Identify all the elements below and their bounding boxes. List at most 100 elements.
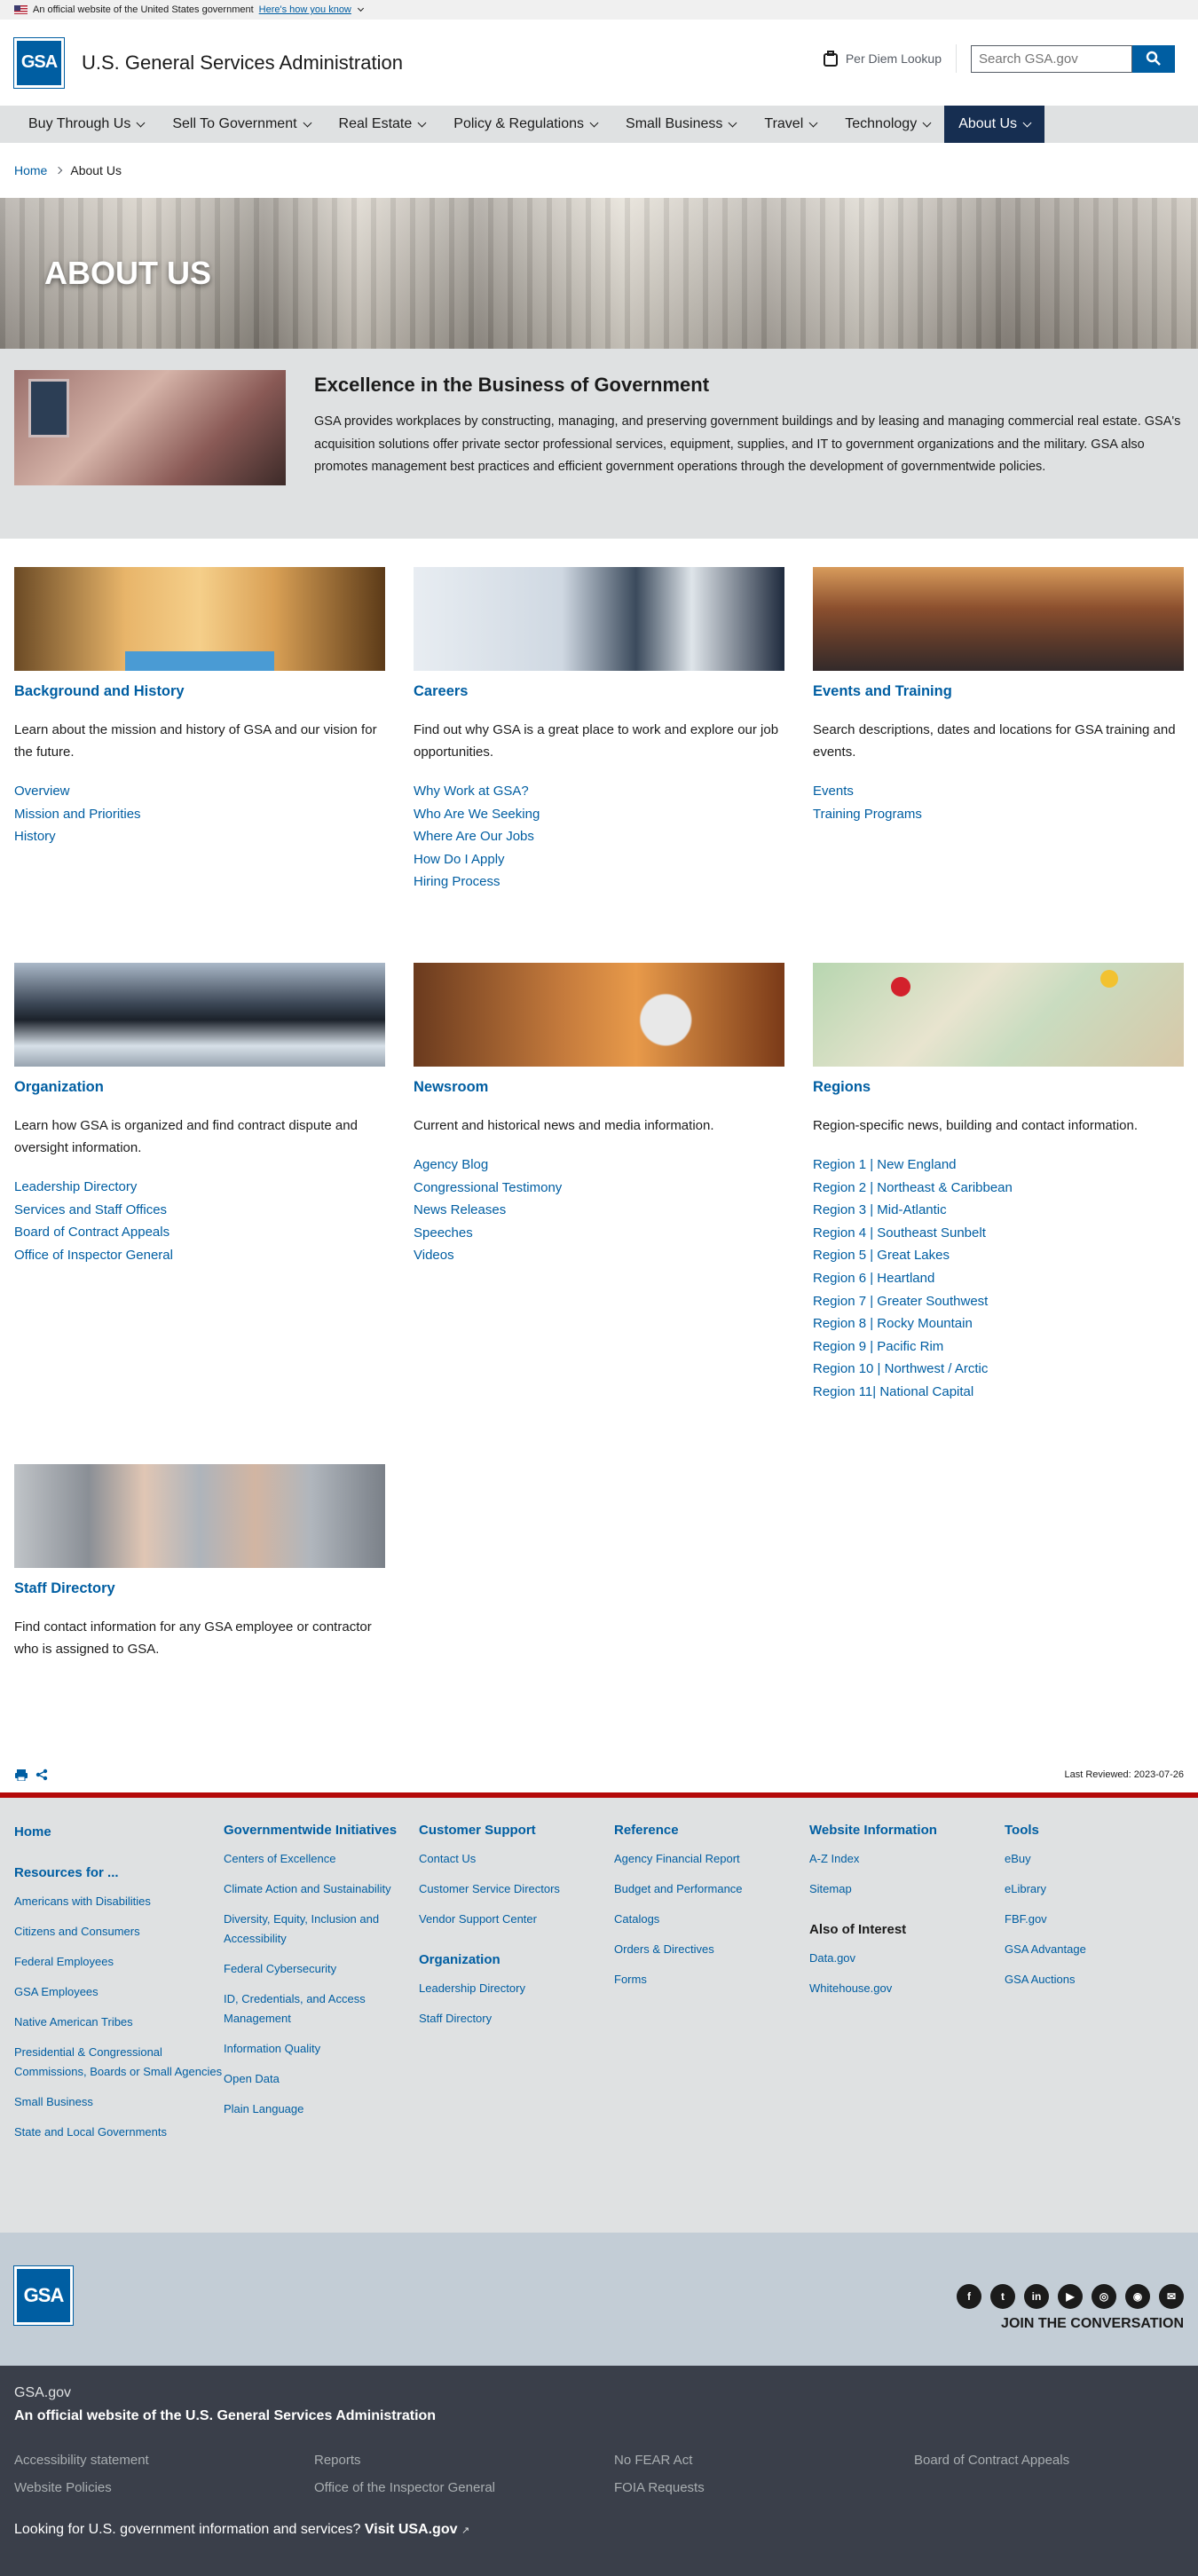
nav-buy-through-us[interactable]: Buy Through Us [14, 106, 158, 143]
footer-ref-title[interactable]: Reference [614, 1823, 809, 1838]
footer-home[interactable]: Home [14, 1823, 224, 1842]
per-diem-link[interactable]: Per Diem Lookup [823, 44, 957, 73]
footer-link[interactable]: GSA Employees [14, 1982, 224, 2002]
footer-link[interactable]: Diversity, Equity, Inclusion and Accessi… [224, 1910, 419, 1949]
card-link[interactable]: Region 3 | Mid-Atlantic [813, 1202, 947, 1217]
card-link[interactable]: Region 8 | Rocky Mountain [813, 1316, 973, 1331]
footer-tools-title[interactable]: Tools [1005, 1823, 1182, 1838]
chevron-down-icon[interactable] [357, 4, 364, 12]
card-title-link[interactable]: Organization [14, 1079, 104, 1095]
card-link[interactable]: Overview [14, 784, 70, 799]
footer-link[interactable]: Native American Tribes [14, 2013, 224, 2032]
footer-link[interactable]: Information Quality [224, 2039, 419, 2059]
card-title-link[interactable]: Staff Directory [14, 1580, 115, 1596]
footer-link[interactable]: GSA Advantage [1005, 1940, 1182, 1959]
footer-link[interactable]: Presidential & Congressional Commissions… [14, 2043, 224, 2082]
card-link[interactable]: Services and Staff Offices [14, 1202, 167, 1217]
linkedin-icon[interactable]: in [1024, 2283, 1049, 2309]
footer-link[interactable]: Whitehouse.gov [809, 1979, 1005, 1998]
footer-link[interactable]: Centers of Excellence [224, 1849, 419, 1869]
card-link[interactable]: Region 2 | Northeast & Caribbean [813, 1180, 1013, 1195]
search-button[interactable] [1132, 44, 1175, 73]
card-link[interactable]: Region 4 | Southeast Sunbelt [813, 1225, 986, 1241]
footer-link[interactable]: Small Business [14, 2092, 224, 2112]
footer-link[interactable]: Contact Us [419, 1849, 614, 1869]
card-link[interactable]: Who Are We Seeking [414, 807, 540, 822]
card-link[interactable]: Leadership Directory [14, 1179, 137, 1194]
nav-policy-regulations[interactable]: Policy & Regulations [439, 106, 611, 143]
nav-about-us[interactable]: About Us [944, 106, 1045, 143]
nav-small-business[interactable]: Small Business [611, 106, 750, 143]
footer-wi-title[interactable]: Website Information [809, 1823, 1005, 1838]
footer-link[interactable]: Budget and Performance [614, 1879, 809, 1899]
card-link[interactable]: News Releases [414, 1202, 506, 1217]
identifier-link[interactable]: FOIA Requests [614, 2480, 914, 2495]
footer-link[interactable]: GSA Auctions [1005, 1970, 1182, 1989]
footer-link[interactable]: Americans with Disabilities [14, 1892, 224, 1911]
footer-link[interactable]: Leadership Directory [419, 1979, 614, 1998]
footer-link[interactable]: eLibrary [1005, 1879, 1182, 1899]
footer-link[interactable]: Data.gov [809, 1949, 1005, 1968]
footer-link[interactable]: Orders & Directives [614, 1940, 809, 1959]
nav-sell-to-government[interactable]: Sell To Government [158, 106, 324, 143]
identifier-link[interactable]: Office of the Inspector General [314, 2480, 614, 2495]
footer-link[interactable]: ID, Credentials, and Access Management [224, 1989, 419, 2029]
footer-link[interactable]: Plain Language [224, 2099, 419, 2119]
card-link[interactable]: Speeches [414, 1225, 473, 1241]
footer-link[interactable]: eBuy [1005, 1849, 1182, 1869]
breadcrumb-home[interactable]: Home [14, 163, 47, 177]
card-link[interactable]: Region 6 | Heartland [813, 1271, 934, 1286]
footer-gw-title[interactable]: Governmentwide Initiatives [224, 1823, 419, 1838]
card-title-link[interactable]: Newsroom [414, 1079, 488, 1095]
footer-link[interactable]: Catalogs [614, 1910, 809, 1929]
card-link[interactable]: Congressional Testimony [414, 1180, 562, 1195]
print-icon[interactable] [14, 1769, 28, 1781]
card-link[interactable]: Why Work at GSA? [414, 784, 529, 799]
facebook-icon[interactable]: f [957, 2283, 981, 2309]
nav-technology[interactable]: Technology [831, 106, 944, 143]
card-link[interactable]: Region 11| National Capital [813, 1384, 973, 1399]
card-title-link[interactable]: Careers [414, 683, 468, 699]
rss-icon[interactable]: ◉ [1125, 2283, 1150, 2309]
usa-gov-link[interactable]: Visit USA.gov [365, 2522, 458, 2537]
footer-link[interactable]: Climate Action and Sustainability [224, 1879, 419, 1899]
card-link[interactable]: History [14, 829, 56, 844]
footer-link[interactable]: FBF.gov [1005, 1910, 1182, 1929]
gsa-logo[interactable]: GSA [14, 37, 64, 88]
identifier-link[interactable]: Accessibility statement [14, 2453, 314, 2468]
card-link[interactable]: Mission and Priorities [14, 807, 141, 822]
footer-link[interactable]: Federal Cybersecurity [224, 1959, 419, 1979]
heres-how-link[interactable]: Here's how you know [259, 4, 351, 15]
card-link[interactable]: Events [813, 784, 854, 799]
youtube-icon[interactable]: ▶ [1058, 2283, 1083, 2309]
card-link[interactable]: Hiring Process [414, 874, 500, 889]
card-link[interactable]: Board of Contract Appeals [14, 1225, 169, 1240]
card-title-link[interactable]: Background and History [14, 683, 185, 699]
card-link[interactable]: Office of Inspector General [14, 1248, 173, 1263]
footer-link[interactable]: A-Z Index [809, 1849, 1005, 1869]
email-icon[interactable]: ✉ [1159, 2283, 1184, 2309]
footer-org-title[interactable]: Organization [419, 1952, 614, 1967]
footer-link[interactable]: Customer Service Directors [419, 1879, 614, 1899]
footer-cs-title[interactable]: Customer Support [419, 1823, 614, 1838]
card-link[interactable]: Region 9 | Pacific Rim [813, 1339, 943, 1354]
footer-link[interactable]: Vendor Support Center [419, 1910, 614, 1929]
card-link[interactable]: Region 7 | Greater Southwest [813, 1294, 988, 1309]
footer-link[interactable]: Open Data [224, 2069, 419, 2089]
card-title-link[interactable]: Regions [813, 1079, 871, 1095]
card-link[interactable]: Training Programs [813, 807, 922, 822]
footer-link[interactable]: State and Local Governments [14, 2123, 224, 2142]
nav-travel[interactable]: Travel [750, 106, 831, 143]
site-title[interactable]: U.S. General Services Administration [82, 51, 403, 75]
footer-link[interactable]: Federal Employees [14, 1952, 224, 1972]
share-icon[interactable] [35, 1769, 48, 1781]
footer-link[interactable]: Sitemap [809, 1879, 1005, 1899]
card-title-link[interactable]: Events and Training [813, 683, 952, 699]
gsa-footer-logo[interactable]: GSA [14, 2265, 73, 2325]
twitter-icon[interactable]: t [990, 2283, 1015, 2309]
card-link[interactable]: Region 1 | New England [813, 1157, 957, 1172]
identifier-link[interactable]: Reports [314, 2453, 614, 2468]
footer-link[interactable]: Forms [614, 1970, 809, 1989]
card-link[interactable]: Where Are Our Jobs [414, 829, 534, 844]
footer-link[interactable]: Staff Directory [419, 2009, 614, 2029]
